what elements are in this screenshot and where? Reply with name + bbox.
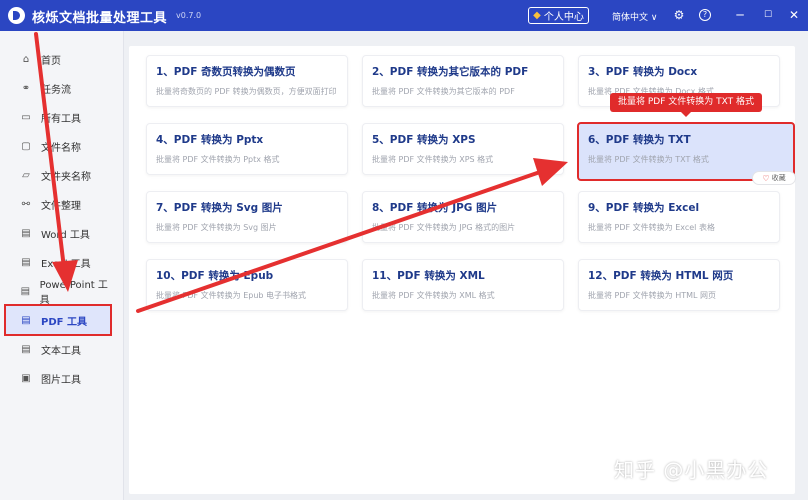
sidebar-item-label: 文件名称 xyxy=(41,142,81,154)
sidebar-item-workflow[interactable]: ⚭ 任务流 xyxy=(6,76,112,100)
card-title: 12、PDF 转换为 HTML 网页 xyxy=(588,270,734,282)
help-icon[interactable]: ? xyxy=(699,9,711,21)
sidebar-item-label: 任务流 xyxy=(41,84,71,96)
title-bar: 核烁文档批量处理工具 v0.7.0 ◆ 个人中心 简体中文 ∨ ⚙ ? ─ ☐ … xyxy=(0,0,808,31)
card-title: 9、PDF 转换为 Excel xyxy=(588,202,700,214)
card-description: 批量将 PDF 文件转换为 XPS 格式 xyxy=(372,155,494,164)
sidebar-item-image-tools[interactable]: ▣ 图片工具 xyxy=(6,366,112,390)
sidebar: ⌂ 首页 ⚭ 任务流 ▭ 所有工具 ▢ 文件名称 ▱ 文件夹名称 ⚯ 文件整理 … xyxy=(0,31,124,500)
sidebar-item-label: 文件整理 xyxy=(41,200,81,212)
watermark: 知乎 @小黑办公 xyxy=(614,458,769,482)
sidebar-item-file-name[interactable]: ▢ 文件名称 xyxy=(6,134,112,158)
card-title: 6、PDF 转换为 TXT xyxy=(588,134,691,146)
tool-card-pdf-to-jpg[interactable]: 8、PDF 转换为 JPG 图片 批量将 PDF 文件转换为 JPG 格式的图片 xyxy=(362,191,564,243)
card-description: 批量将 PDF 文件转换为 JPG 格式的图片 xyxy=(372,223,516,232)
maximize-icon[interactable]: ☐ xyxy=(760,7,776,23)
tool-card-pdf-to-pptx[interactable]: 4、PDF 转换为 Pptx 批量将 PDF 文件转换为 Pptx 格式 xyxy=(146,123,348,175)
card-description: 批量将 PDF 文件转换为 Epub 电子书格式 xyxy=(156,291,307,300)
card-title: 4、PDF 转换为 Pptx xyxy=(156,134,264,146)
tool-card-pdf-to-excel[interactable]: 9、PDF 转换为 Excel 批量将 PDF 文件转换为 Excel 表格 xyxy=(578,191,780,243)
sidebar-item-label: 所有工具 xyxy=(41,113,81,125)
sidebar-item-word-tools[interactable]: ▤ Word 工具 xyxy=(6,221,112,245)
tool-card-pdf-to-xps[interactable]: 5、PDF 转换为 XPS 批量将 PDF 文件转换为 XPS 格式 xyxy=(362,123,564,175)
app-version: v0.7.0 xyxy=(176,11,202,20)
sidebar-item-file-organize[interactable]: ⚯ 文件整理 xyxy=(6,192,112,216)
sidebar-item-label: 文本工具 xyxy=(41,345,81,357)
tool-card-pdf-to-xml[interactable]: 11、PDF 转换为 XML 批量将 PDF 文件转换为 XML 格式 xyxy=(362,259,564,311)
minimize-icon[interactable]: ─ xyxy=(732,7,748,23)
sidebar-item-folder-name[interactable]: ▱ 文件夹名称 xyxy=(6,163,112,187)
user-center-label: 个人中心 xyxy=(543,12,584,23)
card-description: 批量将 PDF 文件转换为 TXT 格式 xyxy=(588,155,709,164)
favorite-button[interactable]: ♡ 收藏 xyxy=(752,171,796,185)
workflow-icon: ⚭ xyxy=(21,82,31,94)
card-title: 5、PDF 转换为 XPS xyxy=(372,134,476,146)
card-title: 1、PDF 奇数页转换为偶数页 xyxy=(156,66,296,78)
card-tooltip: 批量将 PDF 文件转换为 TXT 格式 xyxy=(610,93,762,117)
card-description: 批量将 PDF 文件转换为 HTML 网页 xyxy=(588,291,717,300)
sidebar-item-label: 首页 xyxy=(41,55,61,67)
word-icon: ▤ xyxy=(21,227,31,239)
user-center-button[interactable]: ◆ 个人中心 xyxy=(528,7,589,24)
sidebar-item-all-tools[interactable]: ▭ 所有工具 xyxy=(6,105,112,129)
card-title: 2、PDF 转换为其它版本的 PDF xyxy=(372,66,529,78)
sidebar-item-label: 图片工具 xyxy=(41,374,81,386)
organize-icon: ⚯ xyxy=(21,198,31,210)
tool-card-pdf-odd-to-even[interactable]: 1、PDF 奇数页转换为偶数页 批量将奇数页的 PDF 转换为偶数页，方便双面打… xyxy=(146,55,348,107)
card-title: 10、PDF 转换为 Epub xyxy=(156,270,274,282)
app-title: 核烁文档批量处理工具 xyxy=(32,11,168,26)
heart-icon: ♡ xyxy=(762,173,770,183)
card-title: 3、PDF 转换为 Docx xyxy=(588,66,698,78)
favorite-label: 收藏 xyxy=(771,174,786,182)
image-icon: ▣ xyxy=(21,372,31,384)
sidebar-item-text-tools[interactable]: ▤ 文本工具 xyxy=(6,337,112,361)
app-logo-icon xyxy=(8,7,25,24)
tool-card-pdf-to-html[interactable]: 12、PDF 转换为 HTML 网页 批量将 PDF 文件转换为 HTML 网页 xyxy=(578,259,780,311)
card-description: 批量将 PDF 文件转换为 Excel 表格 xyxy=(588,223,715,232)
sidebar-item-powerpoint-tools[interactable]: ▤ PowerPoint 工具 xyxy=(6,279,112,306)
sidebar-item-label: 文件夹名称 xyxy=(41,171,91,183)
pdf-icon: ▤ xyxy=(21,314,31,326)
sidebar-item-label: PDF 工具 xyxy=(41,316,87,328)
language-select[interactable]: 简体中文 ∨ xyxy=(612,10,657,23)
card-title: 7、PDF 转换为 Svg 图片 xyxy=(156,202,283,214)
tool-card-pdf-to-svg[interactable]: 7、PDF 转换为 Svg 图片 批量将 PDF 文件转换为 Svg 图片 xyxy=(146,191,348,243)
card-description: 批量将 PDF 文件转换为 Svg 图片 xyxy=(156,223,277,232)
powerpoint-icon: ▤ xyxy=(20,285,31,297)
card-description: 批量将 PDF 文件转换为其它版本的 PDF xyxy=(372,87,515,96)
sidebar-item-label: PowerPoint 工具 xyxy=(39,280,108,306)
sidebar-item-pdf-tools[interactable]: ▤ PDF 工具 xyxy=(4,304,112,336)
card-description: 批量将 PDF 文件转换为 XML 格式 xyxy=(372,291,495,300)
folder-icon: ▱ xyxy=(22,169,30,181)
sidebar-item-label: Word 工具 xyxy=(41,229,90,241)
home-icon: ⌂ xyxy=(22,53,30,65)
tool-card-pdf-to-epub[interactable]: 10、PDF 转换为 Epub 批量将 PDF 文件转换为 Epub 电子书格式 xyxy=(146,259,348,311)
excel-icon: ▤ xyxy=(21,256,31,268)
card-title: 8、PDF 转换为 JPG 图片 xyxy=(372,202,498,214)
sidebar-item-label: Excel 工具 xyxy=(41,258,91,270)
card-description: 批量将奇数页的 PDF 转换为偶数页，方便双面打印 xyxy=(156,87,337,96)
vip-diamond-icon: ◆ xyxy=(533,10,541,21)
sidebar-item-home[interactable]: ⌂ 首页 xyxy=(6,47,112,71)
card-title: 11、PDF 转换为 XML xyxy=(372,270,485,282)
monitor-icon: ▭ xyxy=(21,111,31,123)
close-icon[interactable]: ✕ xyxy=(786,7,802,23)
tool-card-pdf-version[interactable]: 2、PDF 转换为其它版本的 PDF 批量将 PDF 文件转换为其它版本的 PD… xyxy=(362,55,564,107)
file-name-icon: ▢ xyxy=(21,140,31,152)
sidebar-item-excel-tools[interactable]: ▤ Excel 工具 xyxy=(6,250,112,274)
text-icon: ▤ xyxy=(21,343,31,355)
card-description: 批量将 PDF 文件转换为 Pptx 格式 xyxy=(156,155,280,164)
settings-gear-icon[interactable]: ⚙ xyxy=(671,7,687,23)
